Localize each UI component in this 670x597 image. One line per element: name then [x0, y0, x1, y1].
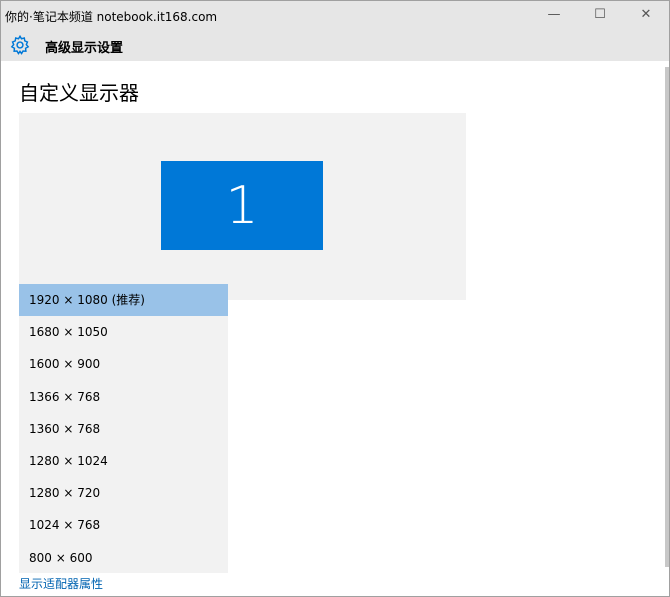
- maximize-icon: ☐: [594, 6, 606, 22]
- gear-icon: [10, 34, 30, 55]
- close-button[interactable]: ✕: [623, 1, 669, 27]
- resolution-option[interactable]: 1280 × 1024: [19, 445, 228, 477]
- resolution-option[interactable]: 1360 × 768: [19, 413, 228, 445]
- adapter-properties-link[interactable]: 显示适配器属性: [19, 575, 103, 592]
- resolution-dropdown[interactable]: 1920 × 1080 (推荐) 1680 × 1050 1600 × 900 …: [19, 284, 228, 573]
- watermark-text: 你的·笔记本频道 notebook.it168.com: [5, 10, 218, 24]
- scrollbar[interactable]: [665, 67, 669, 567]
- resolution-option[interactable]: 1600 × 900: [19, 348, 228, 380]
- resolution-option[interactable]: 1920 × 1080 (推荐): [19, 284, 228, 317]
- settings-window: 你的·笔记本频道 notebook.it168.com — ☐ ✕ 高级显示设置…: [0, 0, 670, 597]
- close-icon: ✕: [640, 6, 652, 22]
- minimize-button[interactable]: —: [531, 1, 577, 27]
- resolution-option[interactable]: 800 × 600: [19, 542, 228, 574]
- monitor-tile[interactable]: 1: [161, 161, 323, 250]
- main-content: 自定义显示器 1 1920 × 1080 (推荐) 1680 × 1050 16…: [1, 61, 669, 596]
- resolution-option[interactable]: 1280 × 720: [19, 477, 228, 509]
- resolution-option[interactable]: 1366 × 768: [19, 381, 228, 413]
- resolution-option[interactable]: 1680 × 1050: [19, 316, 228, 348]
- maximize-button[interactable]: ☐: [577, 1, 623, 27]
- title-bar: 你的·笔记本频道 notebook.it168.com — ☐ ✕: [1, 1, 669, 31]
- app-header: 高级显示设置: [1, 31, 669, 61]
- resolution-option[interactable]: 1024 × 768: [19, 509, 228, 541]
- app-title: 高级显示设置: [45, 41, 124, 56]
- minimize-icon: —: [547, 6, 561, 22]
- display-preview: 1: [19, 113, 466, 300]
- page-title: 自定义显示器: [19, 81, 139, 105]
- monitor-number: 1: [225, 175, 259, 236]
